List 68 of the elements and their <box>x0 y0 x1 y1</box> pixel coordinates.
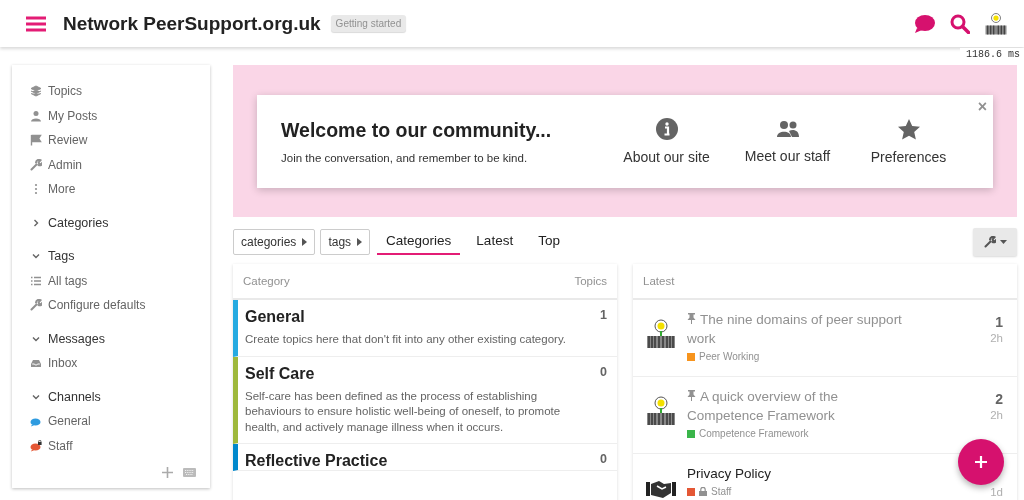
sidebar-link[interactable]: My Posts <box>48 108 98 123</box>
tools-button[interactable] <box>973 228 1017 256</box>
banner-link[interactable]: Meet our staff <box>727 118 848 164</box>
info-icon <box>654 117 679 141</box>
topic-age: 2h <box>990 409 1003 421</box>
users-icon <box>775 118 800 140</box>
topic-count: 1 <box>600 308 607 324</box>
plus-icon <box>974 455 988 469</box>
list-icon <box>30 274 42 287</box>
topic-count: 0 <box>600 452 607 468</box>
column-header: Latest <box>643 275 675 287</box>
sidebar-link[interactable]: Configure defaults <box>48 298 146 313</box>
sidebar-link[interactable]: Topics <box>48 84 82 99</box>
category-description: Create topics here that don't fit into any other existing category. <box>245 332 567 347</box>
star-icon <box>896 117 921 141</box>
wrench-icon <box>983 236 996 248</box>
flower-avatar-icon <box>645 318 677 350</box>
nav-tab[interactable]: Latest <box>467 229 523 255</box>
caret-icon <box>999 240 1007 244</box>
sidebar-link[interactable]: Inbox <box>48 356 78 371</box>
flag-icon <box>30 134 42 147</box>
sidebar-section-header[interactable]: Categories <box>48 215 109 230</box>
welcome-title: Welcome to our community... <box>281 118 553 142</box>
category-name[interactable]: Reflective Practice <box>245 452 601 470</box>
category-name[interactable]: General <box>245 308 601 326</box>
banner-link[interactable]: About our site <box>606 117 727 165</box>
sidebar-link[interactable]: More <box>48 182 76 197</box>
chat-icon[interactable] <box>914 13 936 34</box>
category-row[interactable]: Reflective Practice 0 <box>233 444 617 471</box>
banner-link[interactable]: Preferences <box>848 117 969 165</box>
wrench-icon <box>30 299 42 312</box>
filter-dropdown[interactable]: tags <box>320 229 371 255</box>
sidebar-link[interactable]: Admin <box>48 157 82 172</box>
topic-title[interactable]: Privacy Policy <box>687 464 917 483</box>
add-icon[interactable] <box>162 467 173 478</box>
topic-age: 2h <box>990 332 1003 344</box>
sidebar-section-header[interactable]: Tags <box>48 249 75 264</box>
layers-icon <box>30 85 42 98</box>
filter-dropdown[interactable]: categories <box>233 229 316 255</box>
caret-icon <box>302 238 308 246</box>
search-icon[interactable] <box>950 13 970 34</box>
nav-tab[interactable]: Categories <box>377 229 461 255</box>
avatar-icon[interactable] <box>984 11 1008 36</box>
nav-tab[interactable]: Top <box>529 229 569 255</box>
sidebar-section-header[interactable]: Channels <box>48 389 101 404</box>
caret-icon <box>357 238 363 246</box>
topic-age: 1d <box>990 486 1003 498</box>
category-name[interactable]: Self Care <box>245 364 601 383</box>
menu-icon[interactable] <box>26 15 46 32</box>
category-description: Self-care has been defined as the process of establishing behaviours to ensure holistic well-being of oneself, to promote health, and actively manage illness when it occurs. <box>245 388 562 435</box>
sidebar-link[interactable]: Review <box>48 133 88 148</box>
category-row[interactable]: Self Care Self-care has been defined as the process of establishing behaviours to ensure holistic well-being of oneself, to promote health, and actively manage illness when it occurs. 0 <box>233 356 617 444</box>
site-title[interactable]: Network PeerSupport.org.uk <box>63 12 321 35</box>
topic-count: 0 <box>600 364 607 381</box>
channel-link[interactable]: Staff <box>48 438 73 453</box>
welcome-subtitle: Join the conversation, and remember to be kind. <box>281 151 529 164</box>
column-header: Topics <box>574 275 607 287</box>
column-header: Category <box>243 275 290 287</box>
reply-count: 1 <box>995 314 1003 330</box>
inbox-icon <box>30 357 42 370</box>
user-icon <box>30 109 42 122</box>
sidebar-section-header[interactable]: Messages <box>48 331 105 346</box>
wrench-icon <box>30 158 42 171</box>
sidebar-link[interactable]: All tags <box>48 273 88 288</box>
reply-count: 2 <box>995 391 1003 407</box>
category-row[interactable]: General Create topics here that don't fit into any other existing category. 1 <box>233 300 617 357</box>
channel-link[interactable]: General <box>48 414 91 429</box>
flower-avatar-icon <box>645 395 677 427</box>
